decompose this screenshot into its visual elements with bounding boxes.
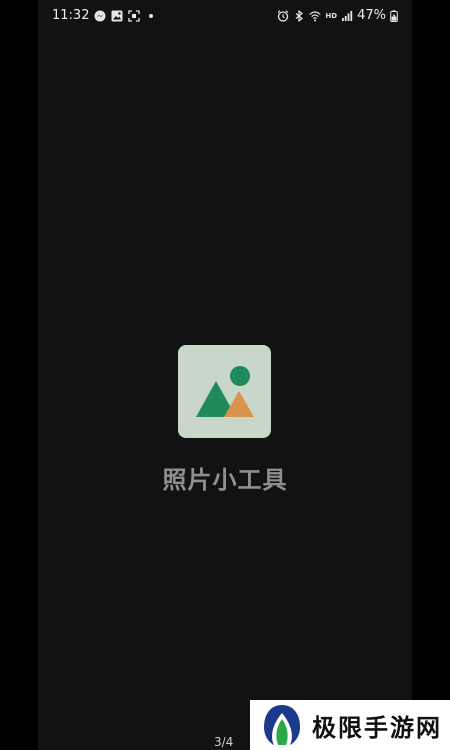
status-bar: 11:32 HD 47% [38,0,412,32]
signal-icon [342,11,353,21]
messenger-icon [94,10,106,22]
phone-screen: 11:32 HD 47% 照片小工具 3/4 [38,0,412,750]
site-watermark: 极限手游网 [250,700,450,750]
screenshot-icon [128,10,141,22]
status-time: 11:32 [52,8,90,23]
alarm-icon [278,10,289,22]
site-logo-icon [264,705,300,745]
bluetooth-icon [296,10,304,22]
wifi-icon [309,11,322,22]
battery-icon [390,10,398,22]
screenshot-root: 11:32 HD 47% 照片小工具 3/4 极限手游网 [0,0,450,750]
gallery-icon [111,10,123,22]
status-bar-right: HD 47% [277,8,398,24]
photo-mountain-icon [196,366,254,417]
status-bar-left: 11:32 [52,8,154,24]
app-title: 照片小工具 [162,466,288,494]
app-icon [178,345,271,438]
battery-percent: 47% [357,8,386,23]
page-indicator: 3/4 [214,735,234,749]
network-label: HD [325,12,338,20]
notification-dot [149,14,154,18]
watermark-text: 极限手游网 [312,713,442,742]
